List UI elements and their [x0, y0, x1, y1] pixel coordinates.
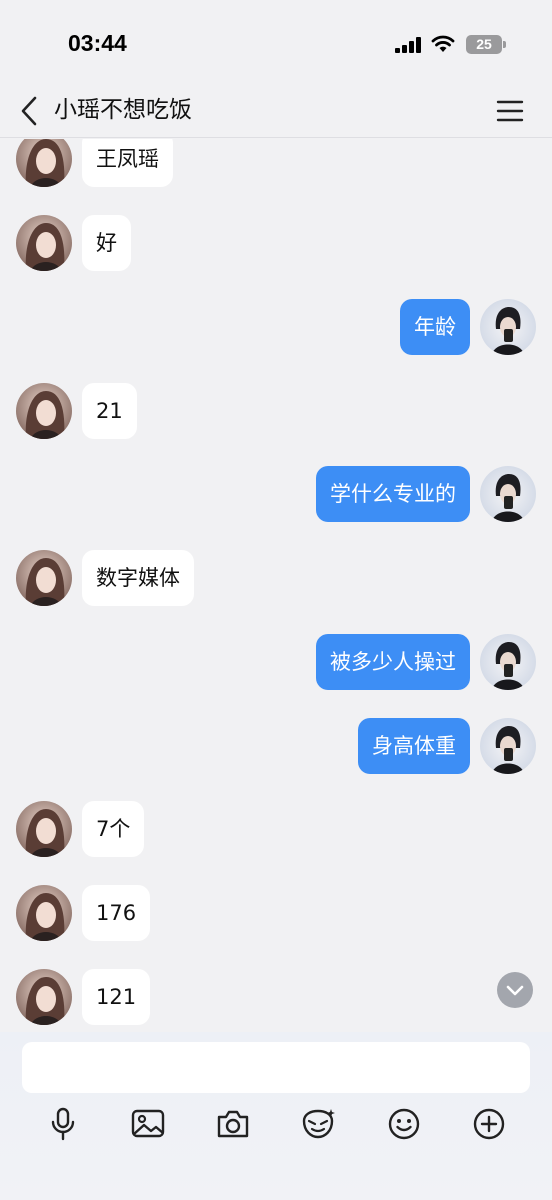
message-row-sent: 年龄 [0, 299, 552, 355]
camera-button[interactable] [213, 1104, 253, 1144]
message-bubble[interactable]: 王凤瑶 [82, 139, 173, 187]
contact-avatar[interactable] [16, 885, 72, 941]
message-row-sent: 学什么专业的 [0, 466, 552, 522]
message-row-received: 王凤瑶 [0, 139, 552, 187]
chat-header: 小瑶不想吃饭 [0, 84, 552, 138]
message-bubble[interactable]: 年龄 [400, 299, 470, 355]
message-row-sent: 被多少人操过 [0, 634, 552, 690]
message-input[interactable] [22, 1042, 530, 1093]
contact-avatar[interactable] [16, 969, 72, 1025]
message-row-received: 数字媒体 [0, 550, 552, 606]
voice-button[interactable] [43, 1104, 83, 1144]
cellular-signal-icon [395, 37, 421, 53]
gallery-button[interactable] [128, 1104, 168, 1144]
status-time: 03:44 [68, 30, 127, 56]
composer [0, 1032, 552, 1200]
status-bar: 03:44 25 [0, 0, 552, 84]
message-row-received: 21 [0, 383, 552, 439]
message-bubble[interactable]: 好 [82, 215, 131, 271]
message-row-received: 好 [0, 215, 552, 271]
contact-avatar[interactable] [16, 550, 72, 606]
message-bubble[interactable]: 7个 [82, 801, 145, 857]
contact-avatar[interactable] [16, 383, 72, 439]
chevron-left-icon[interactable] [16, 94, 42, 128]
image-icon [131, 1109, 165, 1138]
message-bubble[interactable]: 21 [82, 383, 137, 439]
chat-title: 小瑶不想吃饭 [54, 97, 192, 123]
battery-indicator: 25 [466, 35, 502, 54]
message-row-sent: 身高体重 [0, 718, 552, 774]
wifi-icon [431, 35, 455, 52]
chevron-down-icon [506, 985, 524, 996]
message-row-received: 176 [0, 885, 552, 941]
contact-avatar[interactable] [16, 215, 72, 271]
message-list[interactable]: 王凤瑶 好 年龄 21 学什么专业的 数字媒体 被多少人操过 身高体重 7个 1… [0, 139, 552, 1032]
plus-icon [473, 1108, 505, 1140]
contact-avatar[interactable] [16, 801, 72, 857]
more-button[interactable] [469, 1104, 509, 1144]
message-row-received: 7个 [0, 801, 552, 857]
camera-icon [217, 1110, 249, 1138]
my-avatar[interactable] [480, 466, 536, 522]
hamburger-menu-icon[interactable] [496, 98, 524, 124]
my-avatar[interactable] [480, 718, 536, 774]
message-row-received: 121 [0, 969, 552, 1025]
message-bubble[interactable]: 身高体重 [358, 718, 470, 774]
emoji-button[interactable] [384, 1104, 424, 1144]
message-bubble[interactable]: 被多少人操过 [316, 634, 470, 690]
emoji-icon [388, 1108, 420, 1140]
sticker-icon [302, 1109, 335, 1139]
message-bubble[interactable]: 数字媒体 [82, 550, 194, 606]
battery-nub [503, 41, 506, 48]
my-avatar[interactable] [480, 299, 536, 355]
microphone-icon [51, 1107, 75, 1141]
scroll-to-bottom-button[interactable] [497, 972, 533, 1008]
message-bubble[interactable]: 121 [82, 969, 151, 1025]
my-avatar[interactable] [480, 634, 536, 690]
message-bubble[interactable]: 176 [82, 885, 151, 941]
contact-avatar[interactable] [16, 139, 72, 187]
sticker-button[interactable] [298, 1104, 338, 1144]
message-bubble[interactable]: 学什么专业的 [316, 466, 470, 522]
